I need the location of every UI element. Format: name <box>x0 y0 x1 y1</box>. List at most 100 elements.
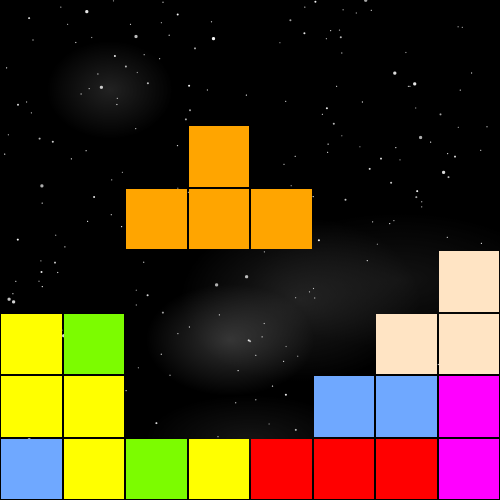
star <box>41 286 43 288</box>
star <box>146 82 149 85</box>
star <box>261 336 263 338</box>
star <box>457 126 459 128</box>
star <box>442 170 446 174</box>
star <box>327 151 329 153</box>
star <box>110 214 112 216</box>
settled-block-yellow <box>1 313 62 374</box>
star <box>135 304 137 306</box>
star <box>88 88 90 90</box>
star <box>40 184 44 188</box>
star <box>415 196 418 199</box>
star <box>64 246 66 248</box>
star <box>480 149 482 151</box>
settled-block-magenta <box>438 376 499 437</box>
star <box>155 422 158 425</box>
star <box>189 109 191 112</box>
star <box>284 393 287 396</box>
settled-block-yellow <box>63 376 124 437</box>
star <box>32 39 34 41</box>
star <box>211 37 216 41</box>
star <box>294 155 296 157</box>
star <box>247 339 250 342</box>
star <box>93 196 96 198</box>
star <box>176 13 179 16</box>
star <box>393 220 395 222</box>
star <box>366 260 368 262</box>
star <box>188 326 190 328</box>
star <box>461 26 463 28</box>
star <box>419 135 423 140</box>
star <box>160 22 162 24</box>
star <box>430 141 432 143</box>
star <box>28 17 31 20</box>
star <box>38 280 40 282</box>
star <box>295 297 297 299</box>
active-block-orange <box>188 126 249 187</box>
star <box>283 360 285 362</box>
star <box>60 6 62 8</box>
star <box>161 311 164 314</box>
star <box>143 261 145 263</box>
settled-block-magenta <box>438 438 499 499</box>
star <box>99 85 103 89</box>
star <box>235 402 237 404</box>
star <box>51 140 54 143</box>
star <box>38 137 41 140</box>
star <box>303 32 306 35</box>
star <box>210 21 213 23</box>
star <box>370 9 372 11</box>
star <box>380 157 382 160</box>
star <box>263 322 265 325</box>
star <box>7 134 9 136</box>
star <box>116 103 118 106</box>
star <box>135 289 137 291</box>
star <box>332 122 335 125</box>
star <box>308 291 311 293</box>
star <box>15 280 17 282</box>
active-block-orange <box>126 188 187 249</box>
star <box>6 67 8 69</box>
star <box>41 202 43 204</box>
star <box>317 239 320 242</box>
star <box>143 54 145 56</box>
star <box>439 113 442 116</box>
settled-block-red <box>376 438 437 499</box>
star <box>146 294 149 297</box>
star <box>325 38 327 40</box>
star <box>80 93 82 95</box>
star <box>168 34 170 36</box>
star <box>7 297 11 301</box>
star <box>70 158 72 160</box>
star <box>486 126 488 128</box>
settled-block-peach <box>438 313 499 374</box>
star <box>341 135 343 137</box>
star <box>457 26 459 28</box>
star <box>40 271 43 273</box>
star <box>415 107 417 109</box>
star <box>215 283 219 287</box>
settled-block-blue <box>313 376 374 437</box>
star <box>338 29 341 31</box>
star <box>297 355 299 357</box>
star <box>279 42 281 44</box>
star <box>121 226 123 228</box>
star <box>184 118 187 121</box>
star <box>134 34 138 39</box>
star <box>176 145 179 147</box>
star <box>321 113 323 115</box>
star <box>290 185 292 187</box>
game-board[interactable] <box>0 0 500 500</box>
star <box>75 41 77 44</box>
star <box>359 146 361 148</box>
star <box>407 85 409 87</box>
star <box>312 287 315 290</box>
star <box>54 261 56 264</box>
star <box>409 85 411 87</box>
star <box>129 23 132 25</box>
star <box>421 201 423 203</box>
star <box>368 167 371 170</box>
star <box>57 271 59 274</box>
star <box>447 153 449 155</box>
star <box>85 10 89 14</box>
settled-block-peach <box>438 251 499 312</box>
